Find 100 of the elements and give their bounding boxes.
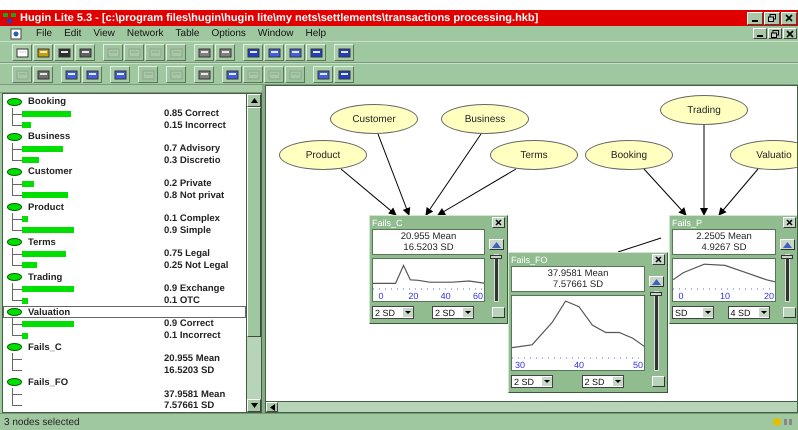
tree-node[interactable]: Fails_C xyxy=(3,341,246,354)
toolbar-button[interactable] xyxy=(215,44,235,60)
menu-item[interactable]: Window xyxy=(258,28,294,39)
toolbar-button[interactable] xyxy=(33,66,53,82)
node-icon xyxy=(7,168,22,176)
network-node[interactable]: Valuatio xyxy=(730,140,797,170)
toolbar-button[interactable] xyxy=(306,44,326,60)
minimize-button[interactable] xyxy=(753,28,767,39)
node-icon xyxy=(7,132,22,141)
tick-label: 0 xyxy=(377,291,384,301)
tick-label: 20 xyxy=(762,291,775,301)
resize-button[interactable] xyxy=(783,307,796,318)
resize-button[interactable] xyxy=(492,307,505,318)
toolbar-button[interactable] xyxy=(313,66,333,82)
tree-node[interactable]: Terms xyxy=(3,236,246,248)
toolbar-button[interactable] xyxy=(285,44,305,60)
toolbar-button[interactable] xyxy=(334,44,354,60)
range-dropdown[interactable]: 2 SD xyxy=(432,306,474,319)
edge-line xyxy=(618,238,662,252)
scroll-thumb[interactable] xyxy=(247,107,261,337)
probability-bar xyxy=(22,227,74,234)
menu-item[interactable]: File xyxy=(36,28,52,39)
tree-node[interactable]: Fails_FO xyxy=(3,376,246,388)
network-node[interactable]: Terms xyxy=(490,140,578,170)
state-reading: 0.3 Discretio xyxy=(164,154,222,166)
status-icon xyxy=(772,417,794,427)
slider-thumb[interactable] xyxy=(780,255,792,259)
range-dropdown[interactable]: 2 SD xyxy=(511,375,553,388)
close-icon xyxy=(655,256,662,263)
tick-label: 30 xyxy=(514,360,526,370)
probability-bar xyxy=(22,298,28,304)
close-button[interactable] xyxy=(652,254,665,265)
expand-button[interactable] xyxy=(780,239,794,250)
toolbar-button[interactable] xyxy=(12,44,32,60)
tool-icon xyxy=(58,46,70,58)
menu-item[interactable]: Table xyxy=(176,28,200,39)
expand-button[interactable] xyxy=(648,276,664,287)
close-button[interactable] xyxy=(783,217,796,228)
tree-node[interactable]: Valuation xyxy=(3,306,246,318)
toolbar-button[interactable] xyxy=(54,44,74,60)
tree-node[interactable]: Product xyxy=(3,201,246,213)
state-reading: 0.7 Advisory xyxy=(164,143,222,154)
menu-item[interactable]: Edit xyxy=(64,28,82,39)
range-dropdown[interactable]: 2 SD xyxy=(372,306,414,319)
dropdown-arrow-icon xyxy=(758,308,768,317)
restore-button[interactable] xyxy=(764,12,780,24)
close-button[interactable] xyxy=(783,28,797,39)
mean-value: 20.955 Mean xyxy=(400,231,456,242)
menu-item[interactable]: View xyxy=(93,28,115,39)
network-node[interactable]: Trading xyxy=(660,95,748,125)
tool-icon xyxy=(148,46,162,58)
toolbar-button[interactable] xyxy=(243,44,263,60)
range-dropdown[interactable]: 4 SD xyxy=(728,306,770,319)
dropdown-arrow-icon xyxy=(403,308,413,317)
network-node[interactable]: Product xyxy=(279,140,367,170)
close-button[interactable] xyxy=(492,217,505,228)
tree-node[interactable]: Trading xyxy=(3,271,246,283)
probability-bar xyxy=(22,122,31,128)
toolbar-button[interactable] xyxy=(61,66,81,82)
tool-icon xyxy=(170,68,182,80)
network-node[interactable]: Business xyxy=(441,104,529,134)
toolbar-button[interactable] xyxy=(264,44,284,60)
scrollbar[interactable] xyxy=(265,402,798,413)
node-icon xyxy=(7,343,22,352)
status-text: 3 nodes selected xyxy=(4,416,80,428)
slider-thumb[interactable] xyxy=(490,255,502,259)
range-dropdown[interactable]: SD xyxy=(672,306,714,319)
tree-node[interactable]: Booking xyxy=(3,96,246,108)
menu-item[interactable]: Network xyxy=(126,28,164,39)
state-reading: 0.9 Exchange xyxy=(164,283,226,294)
probability-bar xyxy=(22,250,66,257)
minimize-icon xyxy=(752,20,758,22)
slider-thumb[interactable] xyxy=(650,292,662,296)
toolbar-button[interactable] xyxy=(334,66,354,82)
toolbar-button[interactable] xyxy=(82,66,102,82)
toolbar-button[interactable] xyxy=(110,66,130,82)
probability-bar xyxy=(22,110,72,117)
tick-label: 60 xyxy=(472,291,484,301)
expand-button[interactable] xyxy=(488,239,504,250)
range-dropdown[interactable]: 2 SD xyxy=(582,375,624,388)
document-icon[interactable] xyxy=(10,28,24,40)
tool-icon xyxy=(198,68,210,80)
toolbar-button[interactable] xyxy=(222,66,242,82)
resize-button[interactable] xyxy=(652,376,665,387)
tree-node[interactable]: Business xyxy=(3,131,246,143)
menu-item[interactable]: Options xyxy=(211,28,246,39)
toolbar-button[interactable] xyxy=(33,44,53,60)
network-node[interactable]: Customer xyxy=(330,104,418,134)
network-node[interactable]: Booking xyxy=(585,140,673,170)
close-button[interactable] xyxy=(781,12,797,24)
toolbar-button[interactable] xyxy=(194,66,214,82)
menu-item[interactable]: Help xyxy=(306,28,326,39)
minimize-button[interactable] xyxy=(747,12,763,24)
toolbar-button[interactable] xyxy=(75,44,95,60)
tree-node[interactable]: Customer xyxy=(3,166,246,178)
tool-icon xyxy=(218,46,232,58)
restore-button[interactable] xyxy=(768,28,782,39)
scrollbar[interactable] xyxy=(246,94,261,412)
tool-icon xyxy=(128,46,140,58)
toolbar-button[interactable] xyxy=(194,44,214,60)
